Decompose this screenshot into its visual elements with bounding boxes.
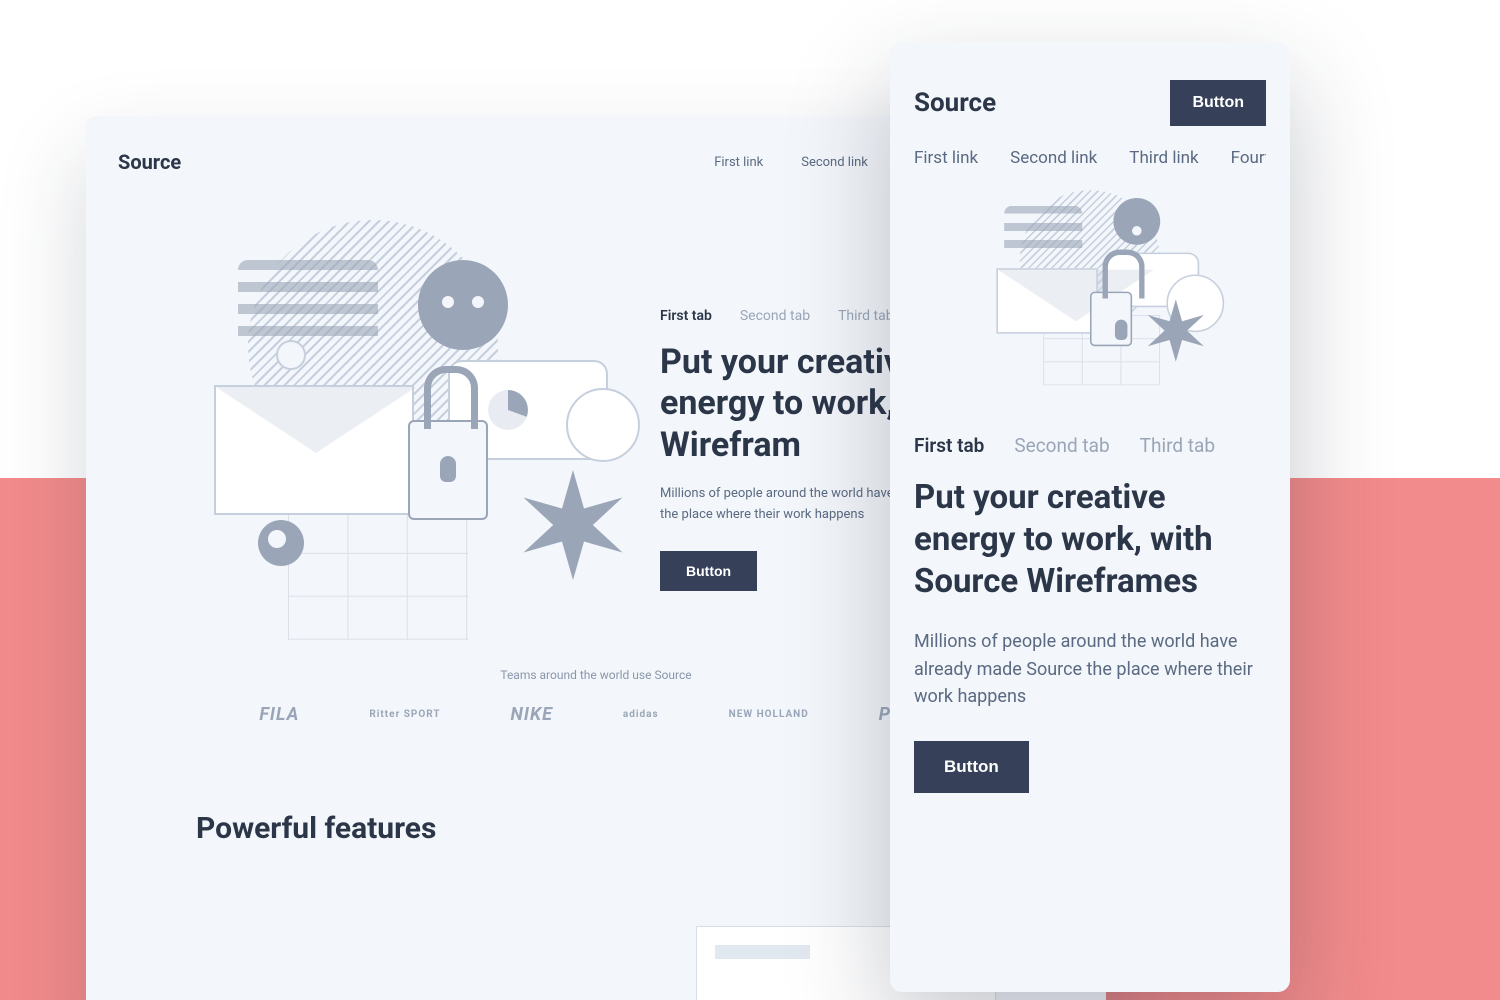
hero-title: Put your creative energy to work, with S…	[914, 477, 1266, 604]
tab-third[interactable]: Third tab	[1140, 434, 1215, 457]
brand-logo[interactable]: Source	[118, 150, 181, 174]
starburst-icon	[1145, 299, 1207, 361]
small-circle-icon	[276, 340, 306, 370]
nav-link-3[interactable]: Third link	[1129, 148, 1198, 168]
nav-link-4[interactable]: Fourth link	[1231, 148, 1266, 168]
lock-icon	[408, 420, 488, 520]
logo-ritter-sport: Ritter SPORT	[369, 709, 440, 720]
nav-link-2[interactable]: Second link	[1010, 148, 1097, 168]
hero-cta-button[interactable]: Button	[914, 741, 1029, 793]
mobile-preview-frame: Source Button First link Second link Thi…	[890, 42, 1290, 992]
mobile-tabs: First tab Second tab Third tab	[914, 434, 1266, 457]
placeholder-bar	[715, 945, 810, 959]
hero-cta-button[interactable]: Button	[660, 551, 757, 591]
face-circle-icon	[1113, 198, 1160, 245]
tab-third[interactable]: Third tab	[838, 308, 894, 324]
tab-first[interactable]: First tab	[914, 434, 984, 457]
envelope-icon	[214, 385, 414, 515]
hero-illustration	[118, 220, 578, 640]
pie-chart-icon	[488, 390, 528, 430]
tab-second[interactable]: Second tab	[740, 308, 810, 324]
hero-subtitle: Millions of people around the world have…	[914, 628, 1266, 712]
header-button[interactable]: Button	[1170, 80, 1266, 126]
logo-adidas: adidas	[623, 709, 659, 720]
stripes-shape-icon	[238, 260, 378, 346]
logo-fila: FILA	[259, 704, 299, 725]
nav-link-1[interactable]: First link	[714, 155, 763, 170]
hero-illustration	[989, 198, 1192, 377]
mobile-cta-wrap: Button	[914, 741, 1266, 793]
mobile-header: Source Button	[914, 80, 1266, 126]
brand-logo[interactable]: Source	[914, 88, 996, 118]
tab-first[interactable]: First tab	[660, 308, 712, 324]
tab-second[interactable]: Second tab	[1014, 434, 1109, 457]
envelope-icon	[996, 268, 1097, 334]
grid-shape-icon	[288, 510, 468, 640]
donut-circle-icon	[258, 520, 304, 566]
logo-nike: NIKE	[511, 704, 553, 725]
mobile-nav[interactable]: First link Second link Third link Fourth…	[914, 148, 1266, 168]
face-circle-icon	[418, 260, 508, 350]
nav-link-1[interactable]: First link	[914, 148, 978, 168]
lock-icon	[1090, 292, 1132, 347]
nav-link-2[interactable]: Second link	[801, 155, 868, 170]
stripes-shape-icon	[1004, 206, 1082, 253]
starburst-icon	[518, 470, 628, 580]
logo-new-holland: NEW HOLLAND	[729, 709, 809, 720]
